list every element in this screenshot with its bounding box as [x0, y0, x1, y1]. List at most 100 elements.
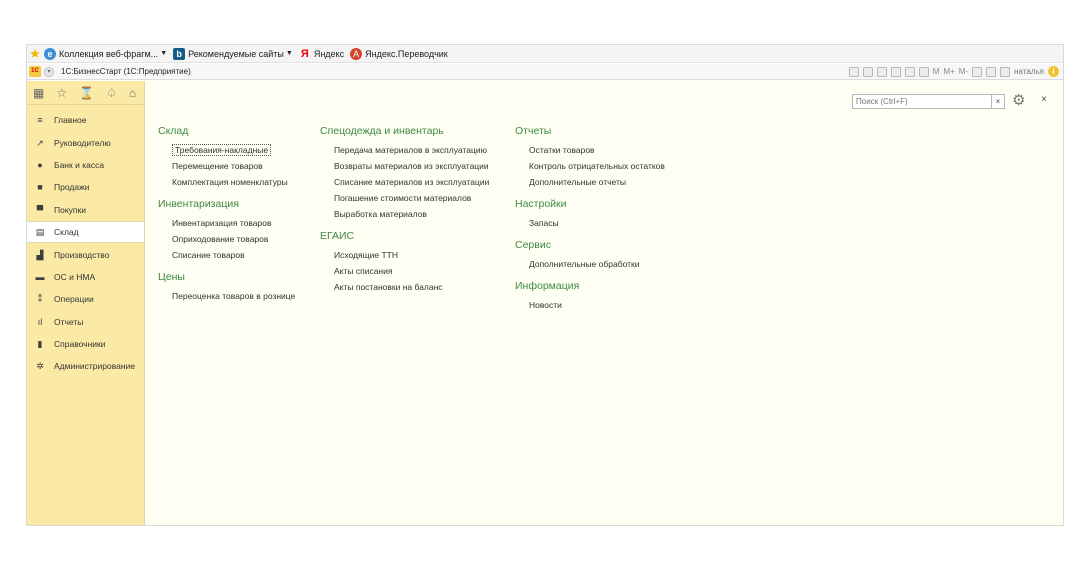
sections-list: ≡ Главное ↗ Руководителю ● Банк и касса ■ Пр… [27, 105, 144, 378]
gear-icon: ✲ [36, 361, 44, 372]
book-icon: ▮ [37, 339, 43, 350]
print-icon[interactable] [862, 66, 873, 77]
bing-icon: b [173, 47, 186, 60]
link-negative-balance-control[interactable]: Контроль отрицательных остатков [515, 158, 665, 174]
zoom-icon[interactable] [972, 66, 983, 77]
sidebar-item-directories[interactable]: ▮ Справочники [27, 333, 144, 355]
menu-column-1: Склад Требования-накладные Перемещение т… [158, 123, 295, 304]
sidebar-item-sales[interactable]: ■ Продажи [27, 176, 144, 198]
section-title-workwear: Спецодежда и инвентарь [320, 125, 444, 137]
section-title-egais: ЕГАИС [320, 230, 355, 242]
titlebar-tools: M M+ M- наталья i [848, 66, 1063, 77]
menu-column-3: Отчеты Остатки товаров Контроль отрицате… [515, 123, 665, 313]
link-goods-transfer[interactable]: Перемещение товаров [158, 158, 295, 174]
link-requisitions[interactable]: Требования-накладные [158, 142, 295, 158]
menu-icon: ≡ [37, 115, 43, 126]
calendar-icon[interactable] [918, 66, 929, 77]
history-icon[interactable]: ⌛ [79, 86, 94, 100]
sidebar-item-label: Справочники [54, 339, 106, 350]
link-balance-acts[interactable]: Акты постановки на баланс [320, 279, 489, 295]
link-writeoff-acts[interactable]: Акты списания [320, 263, 489, 279]
main-menu-button[interactable]: ▾ [44, 66, 54, 77]
favorite-yandex-translator[interactable]: A Яндекс.Переводчик [350, 47, 448, 60]
warehouse-icon: ▤ [35, 227, 45, 238]
bell-icon[interactable]: ♤ [106, 86, 117, 100]
app-titlebar: 1C ▾ 1С:БизнесСтарт (1С:Предприятие) M M… [27, 64, 1063, 80]
link-news[interactable]: Новости [515, 297, 665, 313]
close-panel-button[interactable]: × [1041, 94, 1047, 105]
link-goods-receipt[interactable]: Оприходование товаров [158, 231, 295, 247]
favorites-star-icon[interactable]: ★ [29, 47, 41, 60]
sidebar-item-label: Операции [54, 294, 94, 305]
sidebar-item-warehouse[interactable]: ▤ Склад [27, 220, 144, 244]
sidebar-item-label: Администрирование [54, 361, 136, 372]
memory-button[interactable]: M [933, 67, 940, 76]
search-input[interactable] [852, 94, 992, 109]
print-preview-icon[interactable] [890, 66, 901, 77]
sidebar-item-manager[interactable]: ↗ Руководителю [27, 131, 144, 153]
section-title-service: Сервис [515, 239, 551, 251]
clear-search-button[interactable]: × [991, 94, 1005, 109]
link-materials-transfer[interactable]: Передача материалов в эксплуатацию [320, 142, 489, 158]
sidebar-item-label: Продажи [54, 182, 90, 193]
link-goods-writeoff[interactable]: Списание товаров [158, 247, 295, 263]
trend-icon: ↗ [36, 137, 44, 148]
sidebar-item-label: Покупки [54, 204, 86, 215]
link-materials-cost-repayment[interactable]: Погашение стоимости материалов [320, 190, 489, 206]
link-stock-balance[interactable]: Остатки товаров [515, 142, 665, 158]
window-icon[interactable] [986, 66, 997, 77]
link-outgoing-ttn[interactable]: Исходящие ТТН [320, 247, 489, 263]
translator-icon: A [350, 47, 363, 60]
favorite-label: Яндекс.Переводчик [365, 48, 448, 59]
save-icon[interactable] [848, 66, 859, 77]
sidebar-item-administration[interactable]: ✲ Администрирование [27, 355, 144, 377]
sidebar-item-operations[interactable]: ⁑ Операции [27, 288, 144, 310]
section-title-warehouse: Склад [158, 125, 189, 137]
menu-column-2: Спецодежда и инвентарь Передача материал… [320, 123, 489, 295]
settings-gear-icon[interactable]: ⚙ [1012, 91, 1025, 109]
link-label: Требования-накладные [172, 144, 272, 156]
section-title-information: Информация [515, 280, 580, 292]
info-icon[interactable]: i [1048, 66, 1059, 77]
current-user[interactable]: наталья [1014, 67, 1044, 76]
cart-icon: ▀ [36, 204, 44, 215]
sidebar-item-purchases[interactable]: ▀ Покупки [27, 199, 144, 221]
ie-icon: e [44, 47, 56, 60]
spreadsheet-icon[interactable] [904, 66, 915, 77]
section-title-inventory: Инвентаризация [158, 198, 239, 210]
link-kitting[interactable]: Комплектация номенклатуры [158, 174, 295, 190]
favorite-suggested-sites[interactable]: b Рекомендуемые сайты ▼ [173, 47, 293, 60]
sections-panel: ▦ ☆ ⌛ ♤ ⌂ ≡ Главное ↗ Руководителю ● Банк и… [27, 81, 145, 525]
sidebar-item-main[interactable]: ≡ Главное [27, 109, 144, 131]
star-icon[interactable]: ☆ [56, 86, 67, 100]
link-materials-return[interactable]: Возвраты материалов из эксплуатации [320, 158, 489, 174]
apps-grid-icon[interactable]: ▦ [33, 86, 44, 100]
link-additional-reports[interactable]: Дополнительные отчеты [515, 174, 665, 190]
factory-icon: ▟ [36, 249, 44, 260]
sidebar-item-production[interactable]: ▟ Производство [27, 243, 144, 265]
chart-icon: ıl [37, 316, 43, 327]
home-icon[interactable]: ⌂ [129, 86, 136, 100]
sidebar-item-label: Склад [54, 227, 79, 238]
sidebar-item-bank-cash[interactable]: ● Банк и касса [27, 154, 144, 176]
sidebar-item-label: Главное [54, 115, 87, 126]
sidebar-item-reports[interactable]: ıl Отчеты [27, 311, 144, 333]
section-title-prices: Цены [158, 271, 185, 283]
sidebar-item-fixed-assets[interactable]: ▬ ОС и НМА [27, 266, 144, 288]
link-materials-usage[interactable]: Выработка материалов [320, 206, 489, 222]
link-stocks-settings[interactable]: Запасы [515, 215, 665, 231]
link-retail-revaluation[interactable]: Переоценка товаров в рознице [158, 288, 295, 304]
1c-logo-icon: 1C [29, 66, 41, 77]
chevron-down-icon: ▼ [160, 50, 168, 57]
link-inventory-count[interactable]: Инвентаризация товаров [158, 215, 295, 231]
link-materials-writeoff[interactable]: Списание материалов из эксплуатации [320, 174, 489, 190]
section-function-panel: × ⚙ × Склад Требования-накладные Перемещ… [146, 81, 1063, 525]
upload-icon[interactable] [876, 66, 887, 77]
help-icon[interactable] [1000, 66, 1011, 77]
favorite-yandex[interactable]: Я Яндекс [299, 48, 344, 60]
memory-minus-button[interactable]: M- [959, 67, 968, 76]
link-additional-processing[interactable]: Дополнительные обработки [515, 256, 665, 272]
application-window: ★ e Коллекция веб-фрагм... ▼ b Рекоменду… [26, 44, 1064, 526]
favorite-web-slices[interactable]: e Коллекция веб-фрагм... ▼ [44, 47, 168, 60]
memory-plus-button[interactable]: M+ [943, 67, 954, 76]
